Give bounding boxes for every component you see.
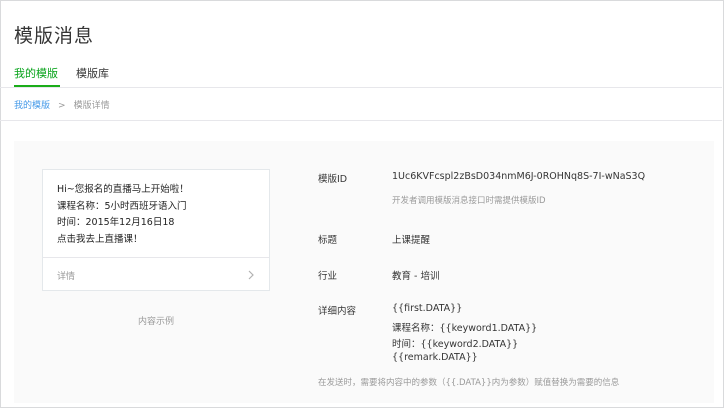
preview-body: Hi~您报名的直播马上开始啦！ 课程名称：5小时西班牙语入门 时间：2015年1… (57, 182, 189, 248)
content-label: 详细内容 (318, 306, 357, 317)
message-preview-card: Hi~您报名的直播马上开始啦！ 课程名称：5小时西班牙语入门 时间：2015年1… (42, 169, 270, 291)
divider (0, 120, 722, 121)
breadcrumb-current: 模版详情 (73, 101, 110, 111)
template-id-value: 1Uc6KVFcspl2zBsD034nmM6J-0ROHNq8S-7I-wNa… (392, 171, 646, 182)
content-line: 时间：{{keyword2.DATA}} (392, 339, 519, 350)
tab-template-library[interactable]: 模版库 (76, 65, 109, 87)
title-label: 标题 (318, 235, 338, 246)
content-line: 课程名称：{{keyword1.DATA}} (392, 323, 538, 334)
preview-details-label: 详情 (57, 272, 76, 282)
template-id-label: 模版ID (318, 174, 348, 185)
preview-line: 时间：2015年12月16日18 (57, 217, 175, 228)
preview-line: Hi~您报名的直播马上开始啦！ (57, 184, 189, 195)
template-id-hint: 开发者调用模版消息接口时需提供模版ID (392, 196, 546, 206)
chevron-right-icon (248, 270, 254, 280)
tab-my-templates[interactable]: 我的模版 (14, 65, 60, 87)
content-line: {{first.DATA}} (392, 303, 463, 314)
breadcrumb: 我的模版 > 模版详情 (14, 98, 110, 111)
parameter-note: 在发送时，需要将内容中的参数（{{.DATA}}内为参数）赋值替换为需要的信息 (318, 378, 620, 388)
breadcrumb-link-my-templates[interactable]: 我的模版 (14, 101, 50, 111)
industry-value: 教育 - 培训 (392, 271, 440, 282)
preview-line: 点击我去上直播课！ (57, 233, 143, 245)
tab-bar: 我的模版 模版库 (0, 56, 722, 88)
preview-line: 课程名称：5小时西班牙语入门 (57, 200, 187, 212)
preview-caption: 内容示例 (137, 317, 174, 327)
breadcrumb-separator: > (58, 101, 66, 111)
industry-label: 行业 (318, 271, 338, 282)
content-line: {{remark.DATA}} (392, 352, 478, 363)
page-title: 模版消息 (14, 25, 95, 47)
preview-details-link[interactable]: 详情 (43, 257, 269, 291)
title-value: 上课提醒 (392, 235, 431, 246)
